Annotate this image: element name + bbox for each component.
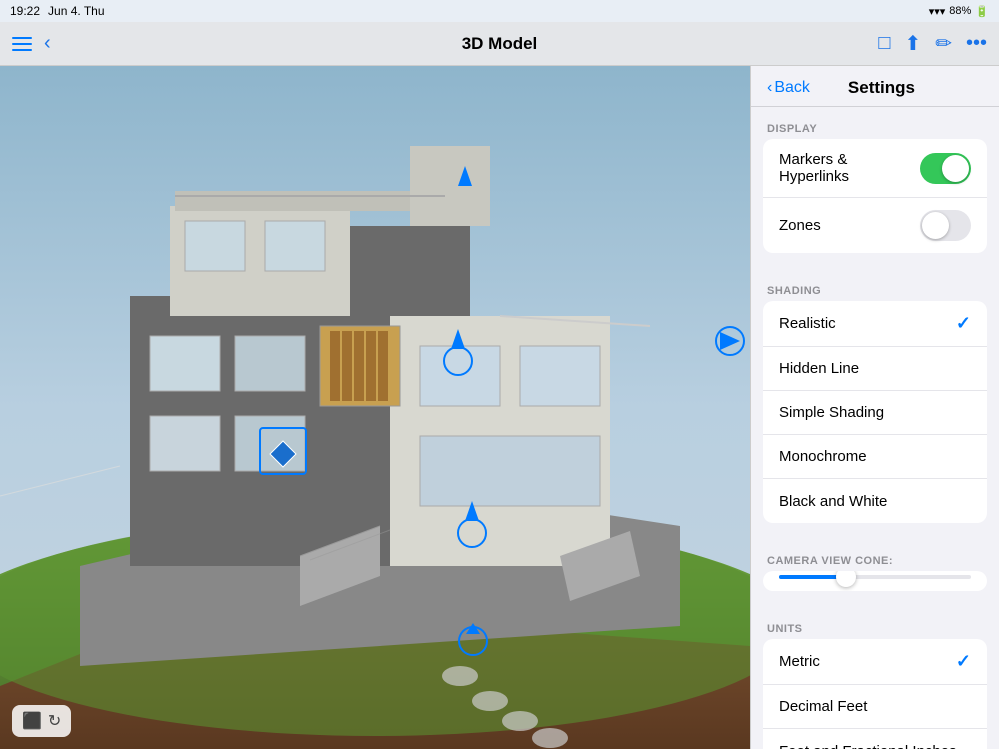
black-and-white-label: Black and White [779, 493, 887, 510]
toggle-thumb [942, 155, 969, 182]
markers-hyperlinks-row: Markers & Hyperlinks [763, 139, 987, 198]
zones-toggle[interactable] [920, 210, 971, 241]
pencil-icon: ✏ [935, 31, 952, 56]
display-group: Markers & Hyperlinks Zones [763, 139, 987, 253]
camera-cone-slider-track [779, 575, 971, 579]
feet-fractional-label: Feet and Fractional Inches [779, 743, 957, 749]
back-button[interactable]: ‹ [44, 32, 51, 55]
section-header-camera: CAMERA VIEW CONE: [751, 539, 999, 571]
markers-hyperlinks-label: Markers & Hyperlinks [779, 151, 920, 185]
status-right: ▾▾▾ 88% 🔋 [929, 5, 989, 18]
rotate-icon: ↻ [48, 713, 61, 730]
monochrome-label: Monochrome [779, 448, 867, 465]
rotate-button[interactable]: ↻ [48, 711, 61, 731]
more-button[interactable]: ••• [966, 32, 987, 55]
zones-row: Zones [763, 198, 987, 253]
metric-label: Metric [779, 653, 820, 670]
section-header-units: UNITS [751, 607, 999, 639]
camera-cone-group [763, 571, 987, 591]
decimal-feet-label: Decimal Feet [779, 698, 867, 715]
realistic-label: Realistic [779, 315, 836, 332]
camera-cone-slider[interactable] [836, 571, 856, 587]
book-button[interactable]: □ [878, 32, 890, 55]
top-bar-left: ‹ [12, 32, 51, 55]
back-chevron-icon: ‹ [767, 79, 772, 97]
hidden-line-label: Hidden Line [779, 360, 859, 377]
battery-text: 88% [949, 5, 971, 17]
settings-header: ‹ Back Settings [751, 66, 999, 107]
status-time: 19:22 [10, 4, 40, 18]
black-and-white-row[interactable]: Black and White [763, 479, 987, 523]
section-header-display: DISPLAY [751, 107, 999, 139]
settings-title: Settings [810, 78, 953, 98]
top-bar: ‹ 3D Model □ ⬆ ✏ ••• [0, 22, 999, 66]
status-bar: 19:22 Jun 4. Thu ▾▾▾ 88% 🔋 [0, 0, 999, 22]
camera-cone-slider-container [763, 571, 987, 591]
screen-mode-button[interactable]: ⬛ [22, 711, 42, 731]
simple-shading-row[interactable]: Simple Shading [763, 391, 987, 435]
feet-fractional-row[interactable]: Feet and Fractional Inches [763, 729, 987, 749]
top-bar-right: □ ⬆ ✏ ••• [878, 31, 987, 56]
simple-shading-label: Simple Shading [779, 404, 884, 421]
decimal-feet-row[interactable]: Decimal Feet [763, 685, 987, 729]
back-label: Back [774, 79, 810, 97]
screen-icon: ⬛ [22, 713, 42, 730]
section-header-shading: SHADING [751, 269, 999, 301]
share-icon: ⬆ [904, 31, 921, 56]
wifi-icon: ▾▾▾ [929, 5, 946, 18]
toggle-thumb [922, 212, 949, 239]
zones-label: Zones [779, 217, 821, 234]
shading-group: Realistic ✓ Hidden Line Simple Shading M… [763, 301, 987, 523]
hidden-line-row[interactable]: Hidden Line [763, 347, 987, 391]
share-button[interactable]: ⬆ [904, 31, 921, 56]
monochrome-row[interactable]: Monochrome [763, 435, 987, 479]
page-title: 3D Model [462, 34, 538, 54]
pencil-button[interactable]: ✏ [935, 31, 952, 56]
status-date: Jun 4. Thu [48, 4, 104, 18]
battery-icon: 🔋 [975, 5, 989, 18]
house-scene-svg [0, 66, 750, 749]
markers-hyperlinks-toggle[interactable] [920, 153, 971, 184]
settings-panel: ‹ Back Settings DISPLAY Markers & Hyperl… [750, 66, 999, 749]
back-chevron-icon: ‹ [44, 32, 51, 55]
menu-button[interactable] [12, 37, 32, 51]
3d-view[interactable]: ⬛ ↻ [0, 66, 750, 749]
realistic-checkmark: ✓ [956, 313, 971, 334]
units-group: Metric ✓ Decimal Feet Feet and Fractiona… [763, 639, 987, 749]
view-toolbar: ⬛ ↻ [12, 705, 71, 737]
menu-icon [12, 37, 32, 51]
metric-row[interactable]: Metric ✓ [763, 639, 987, 685]
book-icon: □ [878, 32, 890, 55]
status-left: 19:22 Jun 4. Thu [10, 4, 105, 18]
settings-back-button[interactable]: ‹ Back [767, 79, 810, 97]
realistic-row[interactable]: Realistic ✓ [763, 301, 987, 347]
more-icon: ••• [966, 32, 987, 55]
metric-checkmark: ✓ [956, 651, 971, 672]
